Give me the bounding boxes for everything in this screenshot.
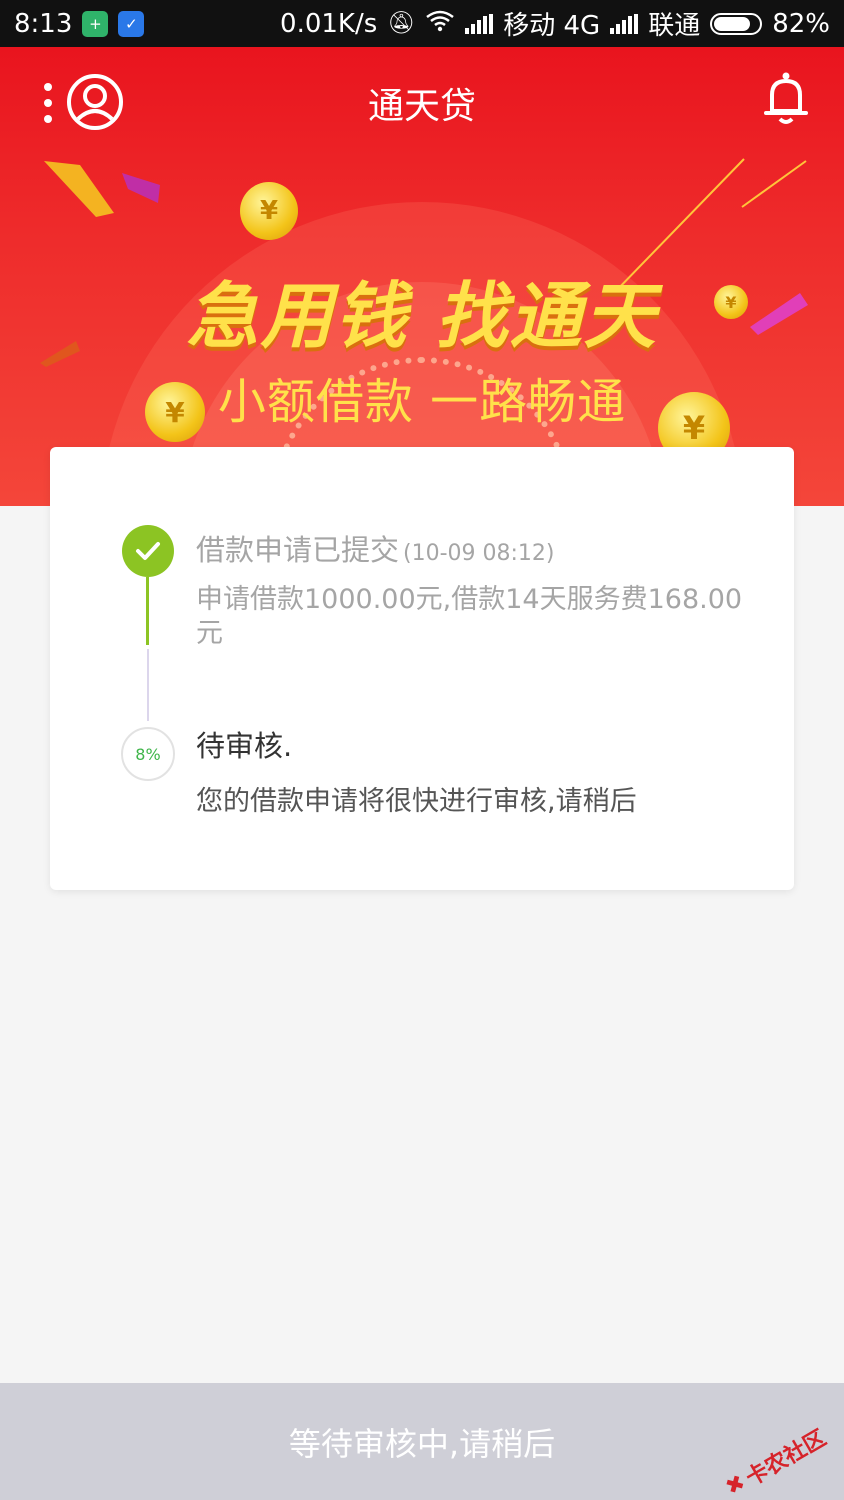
status-bar: 8:13 + ✓ 0.01K/s 🔕︎ 移动 4G 联通 82% [0, 0, 844, 47]
watermark-logo: ✖ 卡农社区 [719, 1421, 831, 1500]
step-description-pending: 您的借款申请将很快进行审核,请稍后 [196, 786, 637, 817]
step-title-text: 借款申请已提交 [196, 533, 400, 567]
timeline-line-pending [147, 649, 149, 721]
signal-icon-2 [610, 13, 639, 34]
waiting-review-label: 等待审核中,请稍后 [288, 1424, 556, 1463]
watermark-text: 卡农社区 [741, 1425, 831, 1492]
mute-icon: 🔕︎ [387, 11, 416, 36]
notification-bell-icon[interactable] [762, 71, 810, 127]
timeline-line-done [146, 577, 149, 645]
banner-subslogan: 小额借款 一路畅通 [217, 374, 627, 430]
carrier-1: 移动 4G [503, 11, 601, 41]
step-title-submitted: 借款申请已提交 (10-09 08:12) [196, 527, 555, 569]
status-time: 8:13 [14, 8, 73, 39]
step-description-submitted: 申请借款1000.00元,借款14天服务费168.00元 [196, 584, 743, 649]
security-app-icon: + [82, 10, 109, 37]
battery-percent: 82% [772, 8, 830, 39]
step-title-pending: 待审核. [196, 729, 293, 763]
loan-status-card: 8% 借款申请已提交 (10-09 08:12) 申请借款1000.00元,借款1… [50, 447, 794, 890]
progress-ring: 8% [121, 727, 175, 781]
network-speed: 0.01K/s [280, 8, 378, 39]
carrier-2: 联通 [648, 11, 701, 41]
confetti-icon [44, 161, 160, 217]
banner-slogan: 急用钱 找通天 [186, 274, 658, 358]
signal-icon [465, 13, 494, 34]
progress-percent: 8% [135, 744, 161, 764]
top-nav: 通天贷 [0, 47, 844, 152]
coin-icon: ¥ [240, 182, 298, 240]
page-title: 通天贷 [367, 86, 476, 127]
battery-icon [710, 12, 763, 35]
shield-app-icon: ✓ [118, 10, 145, 37]
wifi-icon [425, 9, 455, 39]
step-timestamp: (10-09 08:12) [403, 541, 555, 566]
waiting-review-button[interactable]: 等待审核中,请稍后 ✖ 卡农社区 [0, 1383, 844, 1500]
check-icon [122, 525, 174, 577]
